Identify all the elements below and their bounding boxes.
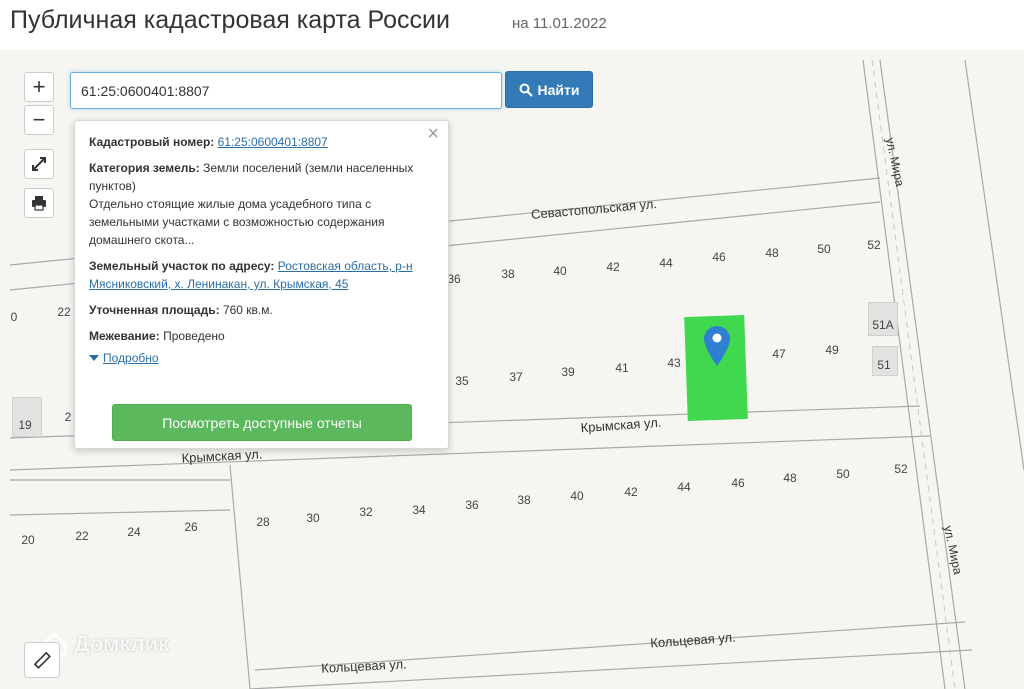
page-header: Публичная кадастровая карта России на 11…	[0, 0, 1024, 50]
house-number: 49	[825, 343, 839, 357]
field-label: Земельный участок по адресу:	[89, 259, 275, 273]
parcel-info-popup: × Кадастровый номер: 61:25:0600401:8807 …	[74, 120, 449, 449]
more-details-link[interactable]: Подробно	[89, 349, 434, 367]
printer-icon	[32, 196, 46, 211]
category-row: Категория земель: Земли поселений (земли…	[89, 159, 434, 195]
house-number: 35	[455, 374, 469, 388]
house-number: 24	[127, 525, 141, 539]
road-line	[9, 509, 231, 516]
cadastral-search-input[interactable]: 61:25:0600401:8807	[70, 72, 502, 109]
caret-down-icon	[89, 355, 99, 361]
house-number: 30	[306, 511, 320, 525]
house-number: 2	[64, 410, 72, 424]
fullscreen-button[interactable]	[24, 149, 54, 179]
house-number: 52	[867, 238, 881, 252]
field-label: Кадастровый номер:	[89, 135, 215, 149]
house-number: 51	[877, 358, 891, 372]
map-canvas[interactable]: 36 38 40 42 44 46 48 50 52 0 22 35 37 39…	[0, 50, 1024, 689]
house-number: 51А	[872, 318, 894, 332]
house-number: 42	[624, 485, 638, 499]
area-value: 760 кв.м.	[222, 303, 273, 317]
house-number: 46	[731, 476, 745, 490]
house-number: 37	[509, 370, 523, 384]
expand-icon	[32, 157, 46, 171]
cadastral-number-link[interactable]: 61:25:0600401:8807	[218, 135, 328, 149]
house-number: 48	[765, 246, 779, 260]
more-details-label: Подробно	[103, 351, 159, 365]
zoom-in-button[interactable]: +	[24, 72, 54, 102]
house-number: 34	[412, 503, 426, 517]
survey-row: Межевание: Проведено	[89, 327, 434, 345]
page-title-text: Публичная кадастровая карта России	[10, 6, 450, 34]
zoom-out-button[interactable]: −	[24, 105, 54, 135]
house-number: 38	[501, 267, 515, 281]
house-number: 43	[667, 356, 681, 370]
search-button[interactable]: Найти	[505, 71, 593, 108]
road-line	[964, 59, 1024, 471]
page-title: Публичная кадастровая карта России	[10, 6, 450, 35]
watermark-text: Домклик	[74, 631, 170, 656]
house-number: 42	[606, 260, 620, 274]
house-number: 47	[772, 347, 786, 361]
field-label: Межевание:	[89, 329, 160, 343]
house-number: 22	[57, 305, 71, 319]
road-line	[229, 464, 251, 689]
field-label: Уточненная площадь:	[89, 303, 220, 317]
search-button-label: Найти	[537, 81, 580, 98]
house-number: 40	[553, 264, 567, 278]
house-number: 0	[10, 310, 18, 324]
house-number: 50	[817, 242, 831, 256]
popup-body: Кадастровый номер: 61:25:0600401:8807 Ка…	[89, 133, 434, 367]
house-number: 28	[256, 515, 270, 529]
house-number: 48	[783, 471, 797, 485]
location-pin-icon[interactable]	[704, 326, 730, 366]
house-number: 20	[21, 533, 35, 547]
field-label: Категория земель:	[89, 161, 200, 175]
house-number: 36	[465, 498, 479, 512]
house-number: 19	[18, 418, 32, 432]
page-date: на 11.01.2022	[512, 15, 607, 32]
measure-button[interactable]	[24, 642, 60, 678]
ruler-icon	[33, 651, 51, 669]
survey-value: Проведено	[163, 329, 225, 343]
house-number: 38	[517, 493, 531, 507]
print-button[interactable]	[24, 188, 54, 218]
house-number: 44	[659, 256, 673, 270]
permitted-use: Отдельно стоящие жилые дома усадебного т…	[89, 197, 385, 247]
area-row: Уточненная площадь: 760 кв.м.	[89, 301, 434, 319]
house-number: 50	[836, 467, 850, 481]
house-number: 22	[75, 529, 89, 543]
house-number: 26	[184, 520, 198, 534]
house-number: 44	[677, 480, 691, 494]
house-number: 40	[570, 489, 584, 503]
house-number: 32	[359, 505, 373, 519]
house-number: 52	[894, 462, 908, 476]
view-reports-button[interactable]: Посмотреть доступные отчеты	[112, 404, 412, 441]
address-row: Земельный участок по адресу: Ростовская …	[89, 257, 434, 293]
house-number: 41	[615, 361, 629, 375]
house-number: 36	[447, 272, 461, 286]
house-number: 46	[712, 250, 726, 264]
cadastral-number-row: Кадастровый номер: 61:25:0600401:8807	[89, 133, 434, 151]
house-number: 39	[561, 365, 575, 379]
search-icon	[519, 83, 533, 97]
